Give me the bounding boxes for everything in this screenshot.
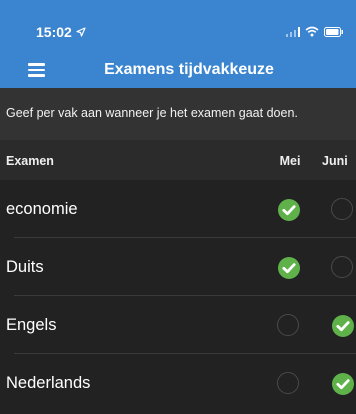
exam-list: economie Duits Engels Nederlands bbox=[0, 180, 356, 412]
empty-circle-icon bbox=[331, 198, 353, 220]
column-header-mei: Mei bbox=[279, 154, 301, 168]
checkmark-circle-icon bbox=[278, 199, 300, 221]
mei-radio[interactable] bbox=[277, 314, 301, 338]
column-header-juni: Juni bbox=[322, 154, 348, 168]
subject-label: Engels bbox=[6, 316, 57, 334]
subject-label: Duits bbox=[6, 258, 44, 276]
nav-bar: Examens tijdvakkeuze bbox=[0, 52, 356, 88]
mei-radio[interactable] bbox=[277, 256, 301, 280]
empty-circle-icon bbox=[277, 372, 299, 394]
instruction-text: Geef per vak aan wanneer je het examen g… bbox=[0, 88, 356, 140]
wifi-icon bbox=[305, 26, 319, 37]
checkmark-circle-icon bbox=[332, 373, 354, 395]
table-header: Examen Mei Juni bbox=[0, 140, 356, 180]
table-row: Engels bbox=[0, 296, 356, 354]
table-row: Nederlands bbox=[0, 354, 356, 412]
page-title: Examens tijdvakkeuze bbox=[104, 61, 274, 78]
empty-circle-icon bbox=[331, 256, 353, 278]
juni-radio[interactable] bbox=[331, 198, 355, 222]
battery-icon bbox=[324, 26, 343, 37]
subject-label: economie bbox=[6, 200, 78, 218]
status-bar: 15:02 bbox=[0, 0, 356, 52]
checkmark-circle-icon bbox=[278, 257, 300, 279]
column-header-exam: Examen bbox=[6, 154, 54, 168]
signal-icon bbox=[286, 26, 300, 37]
checkmark-circle-icon bbox=[332, 315, 354, 337]
juni-radio[interactable] bbox=[331, 314, 355, 338]
app-header: 15:02 Examens tijdvakkeuze bbox=[0, 0, 356, 88]
juni-radio[interactable] bbox=[331, 372, 355, 396]
location-arrow-icon bbox=[76, 27, 86, 37]
juni-radio[interactable] bbox=[331, 256, 355, 280]
table-row: economie bbox=[0, 180, 356, 238]
mei-radio[interactable] bbox=[277, 198, 301, 222]
mei-radio[interactable] bbox=[277, 372, 301, 396]
status-icons bbox=[286, 26, 344, 37]
table-row: Duits bbox=[0, 238, 356, 296]
status-time: 15:02 bbox=[36, 24, 72, 40]
empty-circle-icon bbox=[277, 314, 299, 336]
subject-label: Nederlands bbox=[6, 374, 91, 392]
status-time-group: 15:02 bbox=[36, 24, 86, 40]
